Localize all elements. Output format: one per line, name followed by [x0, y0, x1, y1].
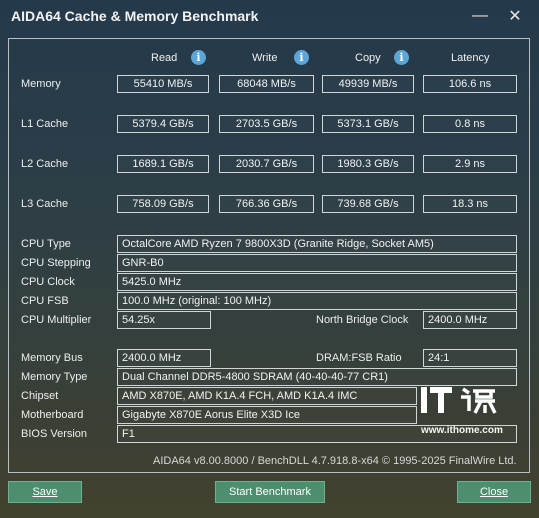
- window-title: AIDA64 Cache & Memory Benchmark: [11, 8, 259, 24]
- l1-latency-value: 0.8 ns: [423, 115, 517, 133]
- motherboard-label: Motherboard: [21, 409, 84, 421]
- memory-bus-label: Memory Bus: [21, 352, 83, 364]
- ithome-logo: [421, 387, 497, 414]
- l1-copy-value: 5373.1 GB/s: [322, 115, 414, 133]
- row-label-l1-cache: L1 Cache: [21, 118, 69, 130]
- memory-type-label: Memory Type: [21, 371, 88, 383]
- info-icon-copy[interactable]: i: [394, 50, 409, 65]
- row-label-l2-cache: L2 Cache: [21, 158, 69, 170]
- memory-read-value: 55410 MB/s: [117, 75, 209, 93]
- chipset-value: AMD X870E, AMD K1A.4 FCH, AMD K1A.4 IMC: [117, 387, 417, 405]
- column-header-copy: Copy: [355, 52, 381, 64]
- l3-read-value: 758.09 GB/s: [117, 195, 209, 213]
- column-header-write: Write: [252, 52, 278, 64]
- memory-latency-value: 106.6 ns: [423, 75, 517, 93]
- l2-copy-value: 1980.3 GB/s: [322, 155, 414, 173]
- row-label-l3-cache: L3 Cache: [21, 198, 69, 210]
- memory-bus-value: 2400.0 MHz: [117, 349, 211, 367]
- title-bar: AIDA64 Cache & Memory Benchmark — ✕: [0, 0, 539, 34]
- l2-write-value: 2030.7 GB/s: [219, 155, 314, 173]
- cpu-stepping-label: CPU Stepping: [21, 257, 91, 269]
- cpu-fsb-value: 100.0 MHz (original: 100 MHz): [117, 292, 517, 310]
- minimize-icon[interactable]: —: [467, 4, 493, 28]
- cpu-multiplier-value: 54.25x: [117, 311, 211, 329]
- chipset-label: Chipset: [21, 390, 59, 402]
- dram-fsb-ratio-value: 24:1: [423, 349, 517, 367]
- l3-write-value: 766.36 GB/s: [219, 195, 314, 213]
- motherboard-value: Gigabyte X870E Aorus Elite X3D Ice: [117, 406, 417, 424]
- cpu-type-value: OctalCore AMD Ryzen 7 9800X3D (Granite R…: [117, 235, 517, 253]
- l1-write-value: 2703.5 GB/s: [219, 115, 314, 133]
- column-header-read: Read: [151, 52, 178, 64]
- l2-read-value: 1689.1 GB/s: [117, 155, 209, 173]
- close-button[interactable]: Close: [457, 481, 531, 503]
- l1-read-value: 5379.4 GB/s: [117, 115, 209, 133]
- version-footer: AIDA64 v8.00.8000 / BenchDLL 4.7.918.8-x…: [153, 455, 517, 467]
- info-icon-write[interactable]: i: [294, 50, 309, 65]
- start-benchmark-button[interactable]: Start Benchmark: [215, 481, 325, 503]
- save-button[interactable]: Save: [8, 481, 82, 503]
- close-icon[interactable]: ✕: [502, 4, 528, 28]
- watermark-url: www.ithome.com: [421, 425, 503, 436]
- memory-write-value: 68048 MB/s: [219, 75, 314, 93]
- dram-fsb-ratio-label: DRAM:FSB Ratio: [316, 352, 402, 364]
- benchmark-window: AIDA64 Cache & Memory Benchmark — ✕ Read…: [0, 0, 539, 518]
- l3-copy-value: 739.68 GB/s: [322, 195, 414, 213]
- info-icon-read[interactable]: i: [191, 50, 206, 65]
- close-button-label: Close: [479, 486, 509, 498]
- bios-version-label: BIOS Version: [21, 428, 88, 440]
- cpu-multiplier-label: CPU Multiplier: [21, 314, 92, 326]
- start-benchmark-label: Start Benchmark: [229, 486, 311, 498]
- column-header-latency: Latency: [451, 52, 490, 64]
- l2-latency-value: 2.9 ns: [423, 155, 517, 173]
- row-label-memory: Memory: [21, 78, 61, 90]
- cpu-clock-label: CPU Clock: [21, 276, 75, 288]
- north-bridge-clock-label: North Bridge Clock: [316, 314, 409, 326]
- save-button-label: Save: [32, 486, 58, 498]
- cpu-stepping-value: GNR-B0: [117, 254, 517, 272]
- north-bridge-clock-value: 2400.0 MHz: [423, 311, 517, 329]
- cpu-clock-value: 5425.0 MHz: [117, 273, 517, 291]
- l3-latency-value: 18.3 ns: [423, 195, 517, 213]
- cpu-fsb-label: CPU FSB: [21, 295, 69, 307]
- memory-copy-value: 49939 MB/s: [322, 75, 414, 93]
- cpu-type-label: CPU Type: [21, 238, 71, 250]
